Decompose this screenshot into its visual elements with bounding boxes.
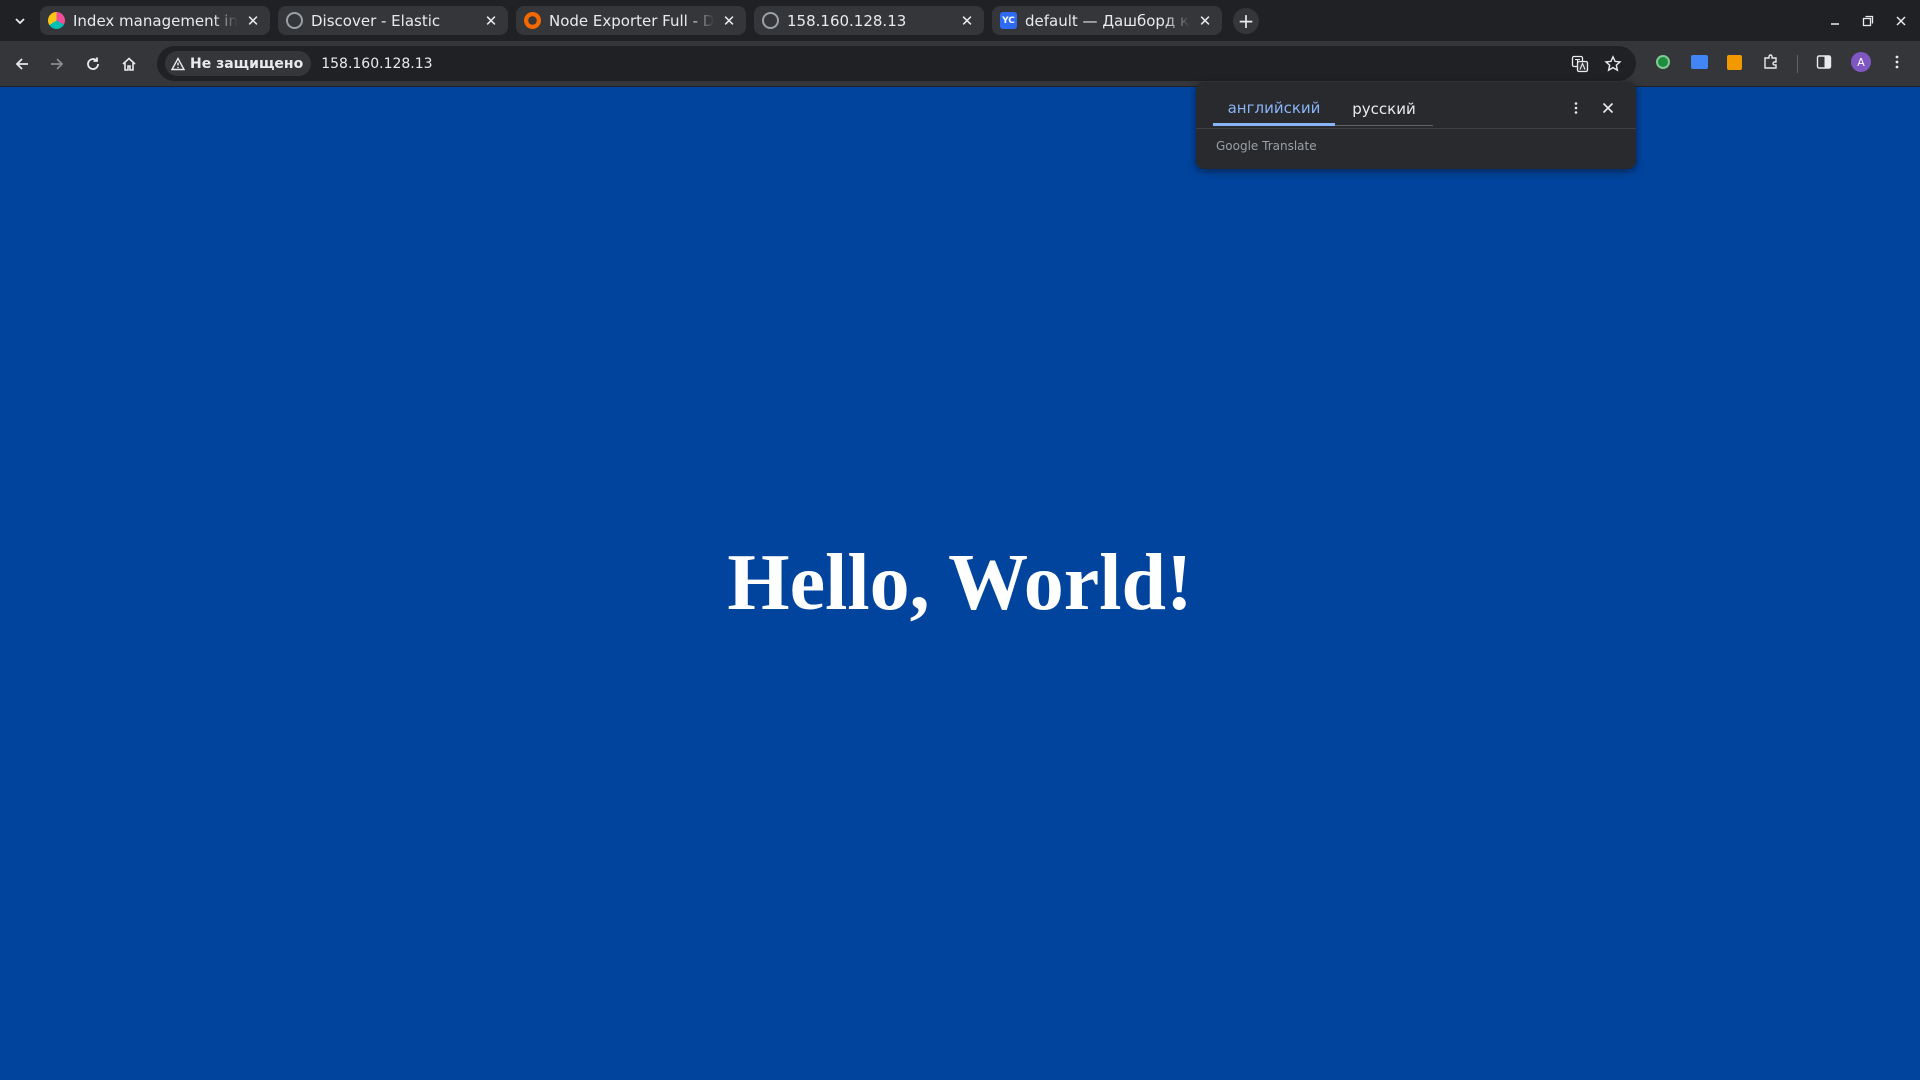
minimize-icon [1831,23,1839,25]
security-label: Не защищено [190,55,304,72]
extension-green-button[interactable] [1652,51,1674,73]
address-bar[interactable]: Не защищено 158.160.128.13 [157,46,1636,81]
close-icon[interactable]: ✕ [720,12,738,30]
tab-strip: Index management in Ki ✕ Discover - Elas… [0,0,1920,41]
translate-icon [1571,55,1589,73]
security-status-chip[interactable]: Не защищено [165,51,312,76]
target-language-tab[interactable]: русский [1335,92,1433,126]
chevron-down-icon [15,18,25,25]
plus-icon: + [1237,9,1255,33]
puzzle-icon [1764,54,1777,69]
kibana-icon [48,12,65,29]
elastic-icon [286,12,303,29]
reload-button[interactable] [80,51,106,77]
warning-icon [171,56,185,70]
tab-node-exporter[interactable]: Node Exporter Full - Das ✕ [516,6,746,35]
page-content: Hello, World! [0,88,1920,1080]
tab-title: default — Дашборд кат [1025,11,1190,30]
popup-divider [1196,128,1636,129]
translate-popup: английский русский Google Translate [1196,82,1636,169]
tab-search-button[interactable] [9,10,31,32]
reload-icon [87,57,99,70]
browser-toolbar: Не защищено 158.160.128.13 A [0,41,1920,87]
tab-current-ip[interactable]: 158.160.128.13 ✕ [754,6,984,35]
back-button[interactable] [9,51,35,77]
tab-title: Node Exporter Full - Das [549,11,714,30]
close-icon[interactable]: ✕ [958,12,976,30]
close-icon[interactable]: ✕ [1196,12,1214,30]
restore-button[interactable] [1857,10,1879,32]
close-icon [1896,16,1906,26]
globe-icon [762,12,779,29]
window-close-button[interactable] [1890,10,1912,32]
tab-title: Index management in Ki [73,11,238,30]
page-heading: Hello, World! [727,539,1193,627]
tab-index-management[interactable]: Index management in Ki ✕ [40,6,270,35]
profile-button[interactable]: A [1850,51,1872,73]
arrow-right-icon [51,58,64,70]
google-translate-extension-icon [1690,55,1708,69]
source-language-tab[interactable]: английский [1213,92,1335,126]
forward-button[interactable] [44,51,70,77]
star-icon [1604,55,1622,72]
url-text[interactable]: 158.160.128.13 [321,56,432,72]
minimize-button[interactable] [1824,10,1846,32]
new-tab-button[interactable]: + [1233,8,1259,34]
home-icon [122,57,136,71]
tab-discover-elastic[interactable]: Discover - Elastic ✕ [278,6,508,35]
more-vertical-icon [1574,102,1578,114]
green-extension-icon [1656,55,1670,69]
restore-icon [1862,15,1874,27]
side-panel-button[interactable] [1813,51,1835,73]
translate-page-button[interactable] [1567,51,1593,77]
bookmark-button[interactable] [1600,51,1626,77]
close-icon[interactable]: ✕ [482,12,500,30]
extensions-menu-button[interactable] [1760,51,1782,73]
more-vertical-icon [1895,55,1899,69]
grafana-icon [524,12,541,29]
close-icon[interactable]: ✕ [244,12,262,30]
google-translate-brand: Google Translate [1216,139,1317,153]
translate-options-button[interactable] [1564,96,1588,120]
toolbar-divider [1797,55,1798,73]
avatar: A [1851,52,1871,72]
yc-icon: YC [1000,12,1017,29]
extension-translate-button[interactable] [1688,51,1710,73]
orange-extension-icon [1726,54,1742,70]
arrow-left-icon [15,58,28,70]
side-panel-icon [1816,55,1832,69]
home-button[interactable] [116,51,142,77]
extension-edit-button[interactable] [1723,51,1745,73]
tab-title: Discover - Elastic [311,11,441,30]
tab-title: 158.160.128.13 [787,11,907,30]
close-icon [1602,102,1614,114]
translate-close-button[interactable] [1596,96,1620,120]
browser-menu-button[interactable] [1886,51,1908,73]
tab-yc-dashboard[interactable]: YC default — Дашборд кат ✕ [992,6,1222,35]
